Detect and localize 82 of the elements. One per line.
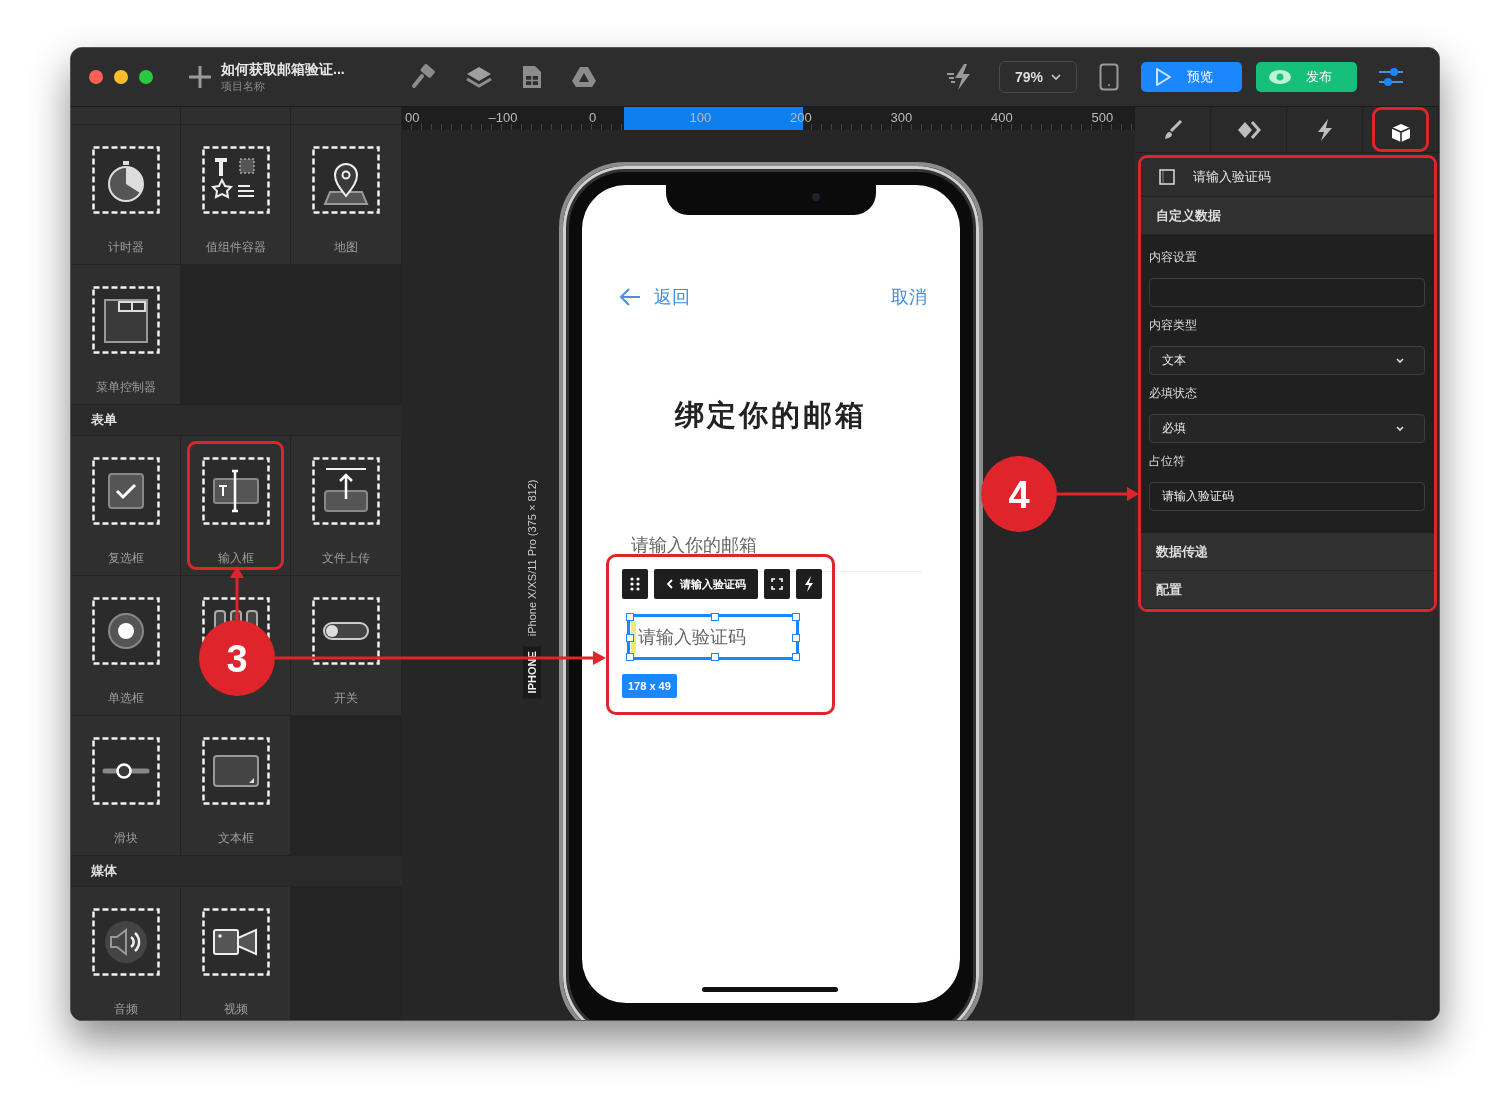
back-arrow-icon[interactable] (618, 287, 642, 307)
section-header[interactable]: 配置 (1141, 571, 1434, 609)
component-name: 请输入验证码 (1193, 168, 1271, 186)
chevron-left-icon (666, 579, 674, 589)
chevron-down-icon (1396, 358, 1404, 364)
section-header[interactable]: 自定义数据 (1141, 197, 1434, 235)
close-button[interactable] (89, 70, 103, 84)
component-tile[interactable]: 值组件容器 (181, 125, 290, 264)
video-camera-icon (201, 908, 270, 976)
input-field[interactable]: 请输入验证码 (1149, 482, 1425, 511)
callout-badge: 4 (981, 456, 1057, 532)
component-icon (1159, 169, 1175, 185)
section-header: 表单 (71, 405, 402, 435)
map-pin-icon (312, 146, 380, 214)
ruler-label: –100 (487, 110, 519, 125)
phone-device-icon[interactable] (1099, 63, 1119, 91)
chevron-down-icon (1051, 73, 1061, 81)
field-label: 内容类型 (1149, 317, 1198, 334)
component-tile[interactable]: 滑块 (71, 716, 180, 855)
slider-icon (91, 737, 160, 805)
play-icon (1153, 67, 1173, 87)
spreadsheet-icon[interactable] (521, 64, 543, 90)
device-name: iPhone X/XS/11 Pro (375 × 812) (526, 479, 538, 637)
settings-sliders-icon[interactable] (1377, 65, 1405, 89)
ruler-label: 100 (688, 110, 713, 125)
section-header: 媒体 (71, 856, 402, 886)
component-tile[interactable]: 音频 (71, 887, 180, 1020)
parent-select-button[interactable]: 请输入验证码 (654, 569, 758, 599)
lightning-icon[interactable] (796, 569, 822, 599)
field-label: 必填状态 (1149, 385, 1198, 402)
preview-button[interactable]: 预览 (1141, 62, 1242, 92)
ruler-label: 400 (990, 110, 1014, 125)
component-tile[interactable]: 复选框 (71, 436, 180, 575)
project-subtitle: 项目名称 (221, 78, 266, 94)
select-field[interactable]: 必填 (1149, 414, 1425, 443)
plus-icon[interactable] (187, 64, 213, 90)
toggle-icon (312, 597, 380, 665)
drag-handle-icon[interactable] (622, 569, 648, 599)
maximize-button[interactable] (139, 70, 153, 84)
code-input-field[interactable]: 请输入验证码 (627, 614, 799, 660)
hammer-icon[interactable] (411, 64, 437, 90)
zoom-dropdown[interactable]: 79% (999, 61, 1077, 93)
component-tile[interactable]: 开关 (291, 576, 401, 715)
section-header[interactable]: 数据传递 (1141, 533, 1434, 571)
field-label: 占位符 (1149, 453, 1186, 470)
component-tile[interactable] (71, 107, 180, 124)
text-input-icon (201, 457, 270, 525)
ruler-label: 500 (1090, 110, 1115, 125)
chevron-down-icon (1396, 426, 1404, 432)
component-tile[interactable]: 视频 (181, 887, 290, 1020)
component-tile[interactable]: 菜单控制器 (71, 265, 180, 404)
component-tile[interactable]: 计时器 (71, 125, 180, 264)
fullscreen-icon[interactable] (764, 569, 790, 599)
component-tile[interactable]: 文本框 (181, 716, 290, 855)
component-tile[interactable]: 文件上传 (291, 436, 401, 575)
project-title: 如何获取邮箱验证... (221, 60, 346, 79)
radio-icon (91, 597, 160, 665)
component-tile[interactable]: 地图 (291, 125, 401, 264)
page-heading: 绑定你的邮箱 (673, 398, 868, 433)
layers-icon[interactable] (465, 64, 493, 90)
component-tile[interactable]: 单选框 (71, 576, 180, 715)
minimize-button[interactable] (114, 70, 128, 84)
ruler-label: 00 (404, 110, 421, 125)
eye-icon (1268, 69, 1292, 85)
cancel-link[interactable]: 取消 (891, 285, 927, 309)
speaker-icon (91, 908, 160, 976)
component-tile[interactable]: 输入框 (181, 436, 290, 575)
callout-arrow (230, 566, 244, 620)
ruler-label: 300 (889, 110, 914, 125)
size-badge: 178 x 49 (622, 674, 677, 698)
window-layout-icon (91, 286, 160, 354)
upload-icon (312, 457, 380, 525)
textarea-icon (201, 737, 270, 805)
callout-badge: 3 (199, 620, 275, 696)
stopwatch-icon (91, 146, 160, 214)
input-field[interactable] (1149, 278, 1425, 307)
select-field[interactable]: 文本 (1149, 346, 1425, 375)
back-link[interactable]: 返回 (654, 285, 690, 309)
field-label: 内容设置 (1149, 249, 1198, 266)
ruler-label: 0 (588, 110, 598, 125)
triangle-icon[interactable] (571, 65, 597, 89)
checkbox-icon (91, 457, 160, 525)
